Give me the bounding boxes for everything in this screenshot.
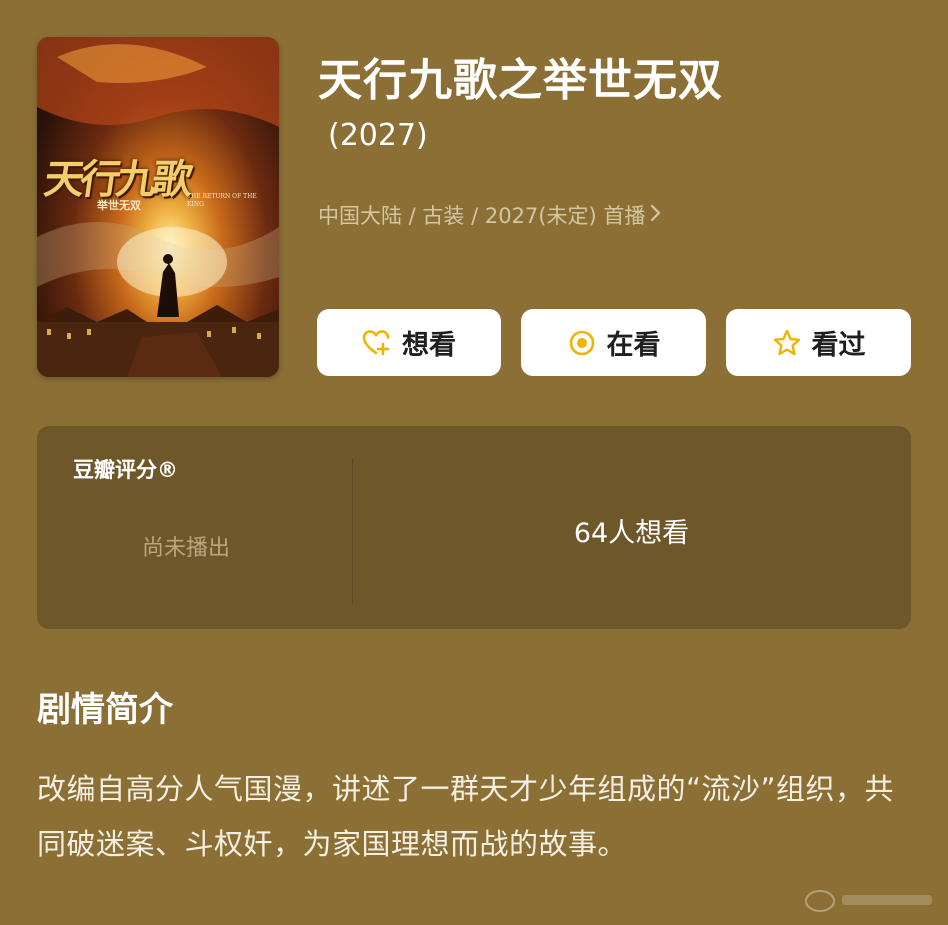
watching-button[interactable]: 在看	[521, 309, 706, 376]
want-to-watch-label: 想看	[402, 330, 456, 361]
poster-english-title: THE RETURN OF THE KING	[187, 193, 257, 208]
target-circle-icon	[567, 328, 597, 358]
watermark-icon	[805, 890, 932, 912]
watched-button[interactable]: 看过	[726, 309, 911, 376]
douban-rating-label: 豆瓣评分®	[73, 458, 178, 482]
watched-label: 看过	[811, 330, 866, 361]
meta-info-link[interactable]: 中国大陆 / 古装 / 2027(未定) 首播	[318, 200, 663, 230]
heart-plus-icon	[362, 328, 392, 358]
synopsis-heading: 剧情简介	[37, 690, 173, 730]
rating-card: 豆瓣评分® 尚未播出 64人想看	[37, 426, 911, 629]
poster-image[interactable]: 天行九歌 举世无双 THE RETURN OF THE KING	[37, 37, 279, 377]
release-year: (2027)	[328, 118, 428, 153]
rating-status: 尚未播出	[142, 536, 231, 561]
watching-label: 在看	[606, 330, 661, 361]
chevron-right-icon	[649, 203, 663, 228]
want-to-watch-button[interactable]: 想看	[317, 309, 501, 376]
page-title: 天行九歌之举世无双	[318, 55, 723, 106]
star-icon	[772, 328, 802, 358]
poster-subtitle: 举世无双	[97, 199, 141, 212]
synopsis-text: 改编自高分人气国漫，讲述了一群天才少年组成的“流沙”组织，共同破迷案、斗权奸，为…	[37, 772, 895, 861]
want-to-watch-count[interactable]: 64人想看	[352, 511, 911, 550]
meta-info-text: 中国大陆 / 古装 / 2027(未定) 首播	[318, 204, 646, 228]
